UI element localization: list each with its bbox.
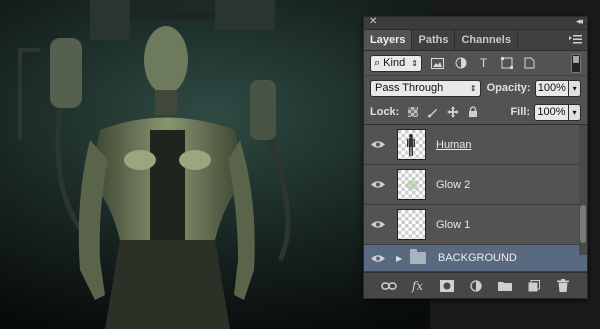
panel-title-bar: ✕ ◂◂ (364, 16, 587, 30)
glow-thumbnail-mark (406, 180, 418, 190)
chevron-down-icon[interactable]: ▾ (568, 103, 581, 121)
layer-thumbnail (397, 129, 426, 160)
group-name[interactable]: BACKGROUND (438, 252, 517, 264)
opacity-label: Opacity: (486, 82, 531, 94)
blend-mode-value: Pass Through (375, 82, 444, 94)
new-group-icon[interactable] (497, 278, 513, 294)
add-mask-icon[interactable] (439, 278, 455, 294)
blend-row: Pass Through ⇕ Opacity: 100% ▾ (364, 76, 587, 100)
fill-label: Fill: (510, 106, 530, 118)
scrollbar-thumb[interactable] (580, 205, 586, 243)
kind-filter-select[interactable]: ⌕ Kind ⇕ (370, 54, 422, 72)
close-icon[interactable]: ✕ (369, 16, 377, 27)
eye-icon[interactable] (364, 140, 392, 149)
layer-row-human[interactable]: Human (364, 125, 587, 165)
layer-thumbnail (397, 209, 426, 240)
layer-group-background[interactable]: ▶ BACKGROUND (364, 245, 587, 272)
layer-row-glow-2[interactable]: Glow 2 (364, 165, 587, 205)
layers-panel: ✕ ◂◂ Layers Paths Channels ⌕ Kind ⇕ T Pa… (363, 16, 588, 299)
lock-label: Lock: (370, 106, 400, 118)
fx-icon[interactable]: fx (410, 278, 426, 294)
shape-filter-icon[interactable] (499, 56, 514, 71)
hamburger-icon[interactable] (569, 34, 582, 45)
image-filter-icon[interactable] (430, 56, 445, 71)
expand-arrow-icon[interactable]: ▶ (396, 254, 406, 263)
tab-paths[interactable]: Paths (412, 30, 456, 50)
link-layers-icon[interactable] (380, 278, 397, 294)
layer-row-glow-1[interactable]: Glow 1 (364, 205, 587, 245)
blend-mode-select[interactable]: Pass Through ⇕ (370, 79, 481, 97)
tab-channels[interactable]: Channels (455, 30, 518, 50)
trash-icon[interactable] (555, 278, 571, 294)
opacity-input[interactable]: 100% (534, 79, 569, 97)
collapse-icon[interactable]: ◂◂ (576, 16, 583, 27)
layer-name[interactable]: Glow 1 (436, 219, 470, 231)
layer-name[interactable]: Human (436, 139, 471, 151)
lock-position-icon[interactable] (445, 105, 460, 120)
panel-bottom-bar: fx (364, 272, 587, 298)
layers-list: Human Glow 2 Glow 1 ▶ BACKGROUND (364, 125, 587, 272)
folder-icon (410, 249, 426, 264)
select-arrows-icon: ⇕ (469, 83, 477, 93)
lock-row: Lock: Fill: 100% ▾ (364, 100, 587, 125)
eye-icon[interactable] (364, 220, 392, 229)
lock-image-icon[interactable] (425, 105, 440, 120)
smart-object-filter-icon[interactable] (522, 56, 537, 71)
filter-toggle-switch[interactable] (571, 53, 581, 73)
new-layer-icon[interactable] (526, 278, 542, 294)
kind-label: Kind (383, 57, 406, 69)
tab-layers[interactable]: Layers (364, 30, 413, 50)
select-arrows-icon: ⇕ (411, 58, 418, 68)
search-icon: ⌕ (374, 56, 381, 69)
adjustment-layer-icon[interactable] (468, 278, 484, 294)
lock-transparent-icon[interactable] (405, 105, 420, 120)
lock-all-icon[interactable] (465, 105, 480, 120)
layer-name[interactable]: Glow 2 (436, 179, 470, 191)
figure-thumbnail-icon (407, 134, 415, 156)
panel-tabs: Layers Paths Channels (364, 30, 587, 51)
fill-input[interactable]: 100% (534, 103, 568, 121)
adjustment-filter-icon[interactable] (453, 56, 468, 71)
eye-icon[interactable] (364, 180, 392, 189)
layer-filter-row: ⌕ Kind ⇕ T (364, 51, 587, 76)
layer-thumbnail (397, 169, 426, 200)
type-filter-icon[interactable]: T (476, 56, 491, 71)
chevron-down-icon[interactable]: ▾ (568, 79, 582, 97)
eye-icon[interactable] (364, 254, 392, 263)
layers-scrollbar[interactable] (579, 125, 587, 255)
